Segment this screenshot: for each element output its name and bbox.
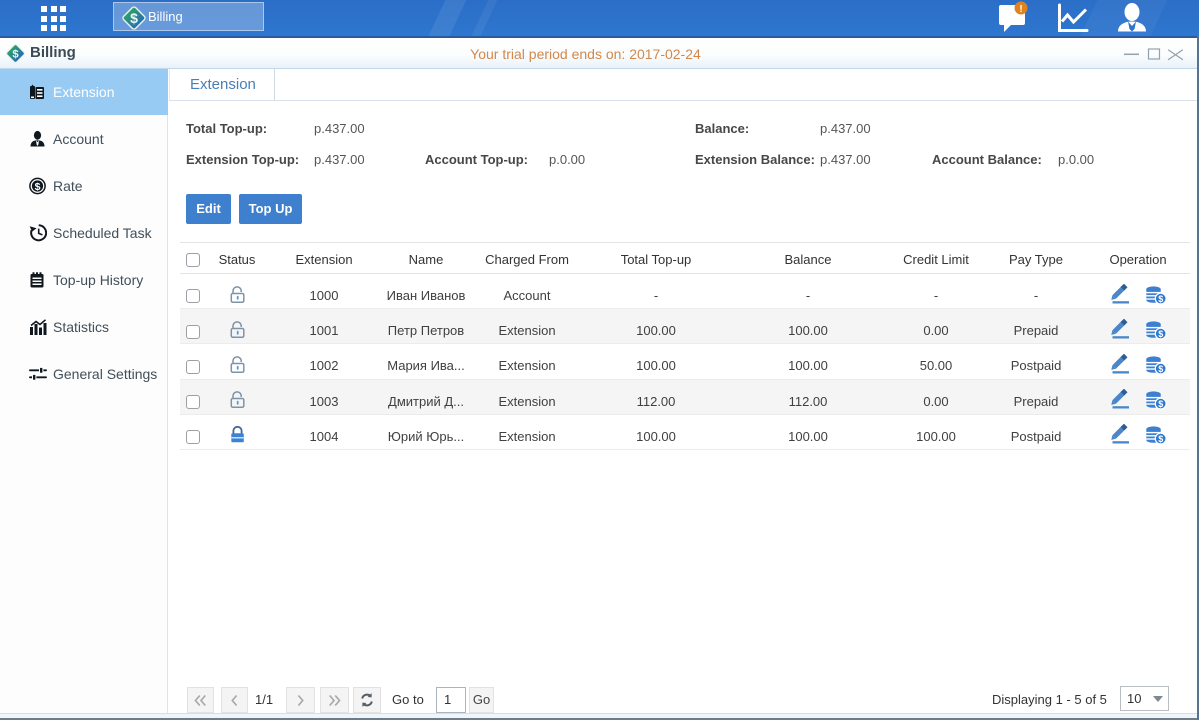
svg-text:$: $ [1158, 329, 1163, 339]
svg-text:$: $ [35, 181, 41, 193]
svg-text:$: $ [1158, 399, 1163, 409]
svg-text:$: $ [1158, 294, 1163, 304]
svg-text:$: $ [1158, 434, 1163, 444]
svg-text:$: $ [1158, 364, 1163, 374]
svg-text:!: ! [1019, 4, 1022, 15]
svg-text:$: $ [130, 10, 138, 26]
